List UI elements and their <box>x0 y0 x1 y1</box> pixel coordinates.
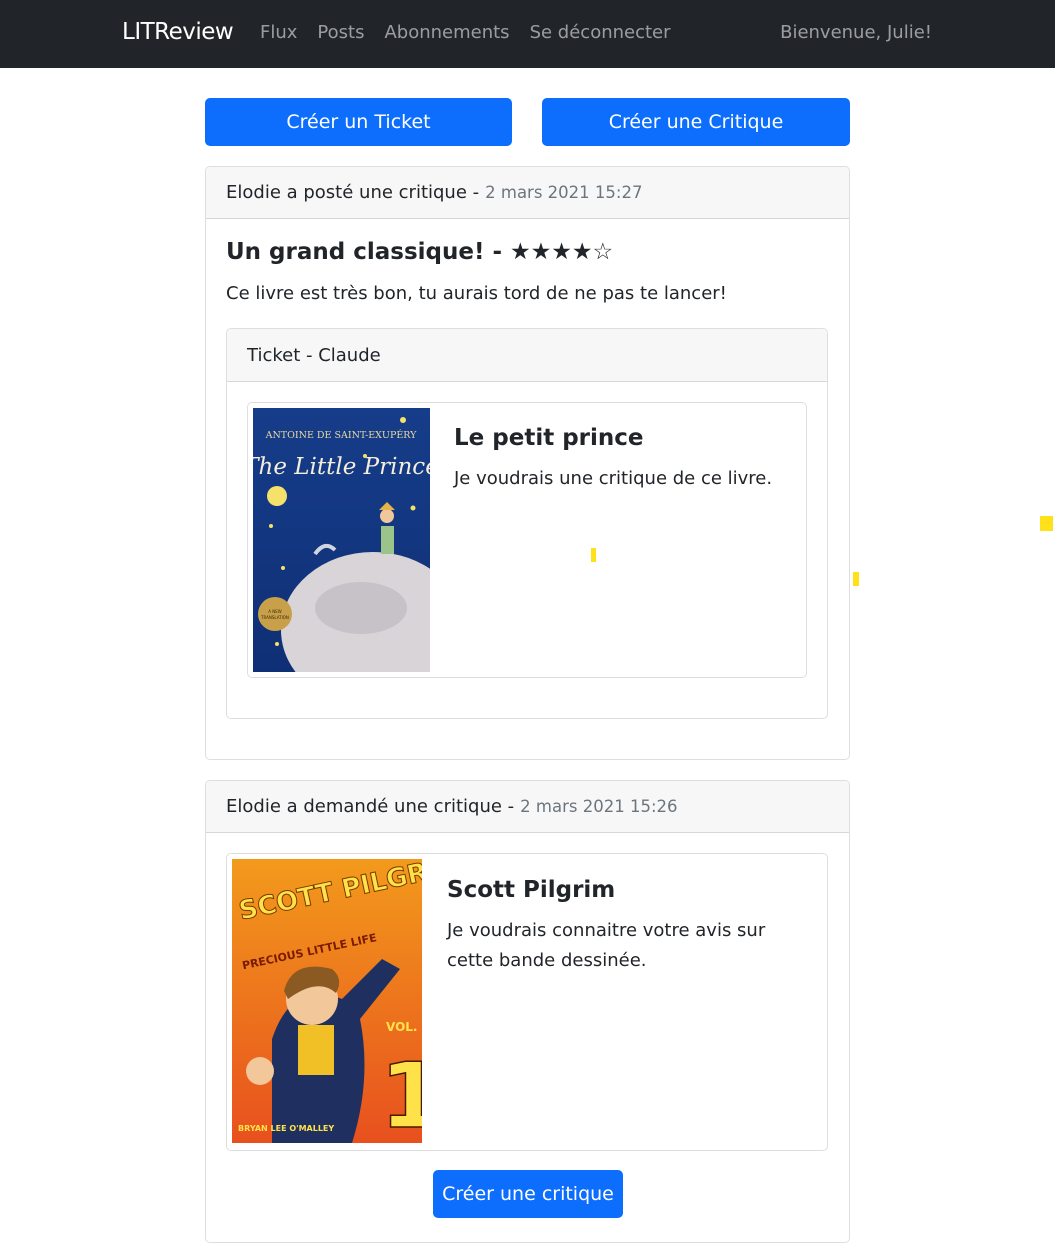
brand-logo[interactable]: LITReview <box>122 19 234 45</box>
ticket-book-box: ANTOINE DE SAINT-EXUPÉRY The Little Prin… <box>247 402 807 678</box>
cover-title: SCOTT PILGRIM'S <box>236 859 422 927</box>
nav-link-abonnements[interactable]: Abonnements <box>384 22 509 43</box>
ticket-book-box: SCOTT PILGRIM'S PRECIOUS LITTLE LIFE VOL… <box>226 853 828 1151</box>
ticket-card: Ticket - Claude ANTOINE DE SAINT-EXUPÉRY… <box>226 328 828 719</box>
book-description: Je voudrais connaitre votre avis sur cet… <box>447 920 766 971</box>
post-header-text: Elodie a demandé une critique - <box>226 796 515 817</box>
post-header: Elodie a demandé une critique - 2 mars 2… <box>206 781 849 833</box>
create-critique-button[interactable]: Créer une critique <box>433 1170 623 1218</box>
post-header-text: Elodie a posté une critique - <box>226 182 480 203</box>
post-date: 2 mars 2021 15:26 <box>520 797 678 816</box>
nav-link-posts[interactable]: Posts <box>317 22 364 43</box>
welcome-text: Bienvenue, Julie! <box>780 22 932 43</box>
ticket-header: Ticket - Claude <box>227 329 827 382</box>
cover-volume-label: VOL. <box>386 1020 417 1034</box>
book-cover-image: SCOTT PILGRIM'S PRECIOUS LITTLE LIFE VOL… <box>232 859 422 1143</box>
cover-volume-number: 1 <box>380 1044 422 1143</box>
post-header: Elodie a posté une critique - 2 mars 202… <box>206 167 849 219</box>
cover-author: BRYAN LEE O'MALLEY <box>238 1124 334 1133</box>
book-title: Scott Pilgrim <box>447 877 616 903</box>
review-post-card: Elodie a posté une critique - 2 mars 202… <box>205 166 850 760</box>
cover-author: ANTOINE DE SAINT-EXUPÉRY <box>265 429 418 441</box>
cover-title: The Little Prince <box>253 454 430 480</box>
yellow-mark <box>853 572 859 586</box>
nav-link-logout[interactable]: Se déconnecter <box>530 22 671 43</box>
cover-subtitle: PRECIOUS LITTLE LIFE <box>241 931 378 972</box>
post-date: 2 mars 2021 15:27 <box>485 183 643 202</box>
ticket-post-card: Elodie a demandé une critique - 2 mars 2… <box>205 780 850 1243</box>
nav-links: Flux Posts Abonnements Se déconnecter <box>260 22 671 43</box>
scott-pilgrim-cover-art: SCOTT PILGRIM'S PRECIOUS LITTLE LIFE VOL… <box>236 859 422 1143</box>
create-ticket-button[interactable]: Créer un Ticket <box>205 98 512 146</box>
review-title: Un grand classique! - ★★★★☆ <box>226 239 614 265</box>
nav-link-flux[interactable]: Flux <box>260 22 297 43</box>
yellow-mark <box>1040 516 1053 531</box>
svg-text:TRANSLATION: TRANSLATION <box>260 615 289 620</box>
navbar: LITReview Flux Posts Abonnements Se déco… <box>0 0 1055 68</box>
review-body: Ce livre est très bon, tu aurais tord de… <box>226 283 727 304</box>
svg-text:A NEW: A NEW <box>268 609 282 614</box>
book-title: Le petit prince <box>454 425 644 451</box>
yellow-mark <box>591 548 596 562</box>
book-description: Je voudrais une critique de ce livre. <box>454 468 773 489</box>
create-review-button[interactable]: Créer une Critique <box>542 98 850 146</box>
little-prince-cover-art: ANTOINE DE SAINT-EXUPÉRY The Little Prin… <box>253 417 430 672</box>
book-cover-image: ANTOINE DE SAINT-EXUPÉRY The Little Prin… <box>253 408 430 672</box>
